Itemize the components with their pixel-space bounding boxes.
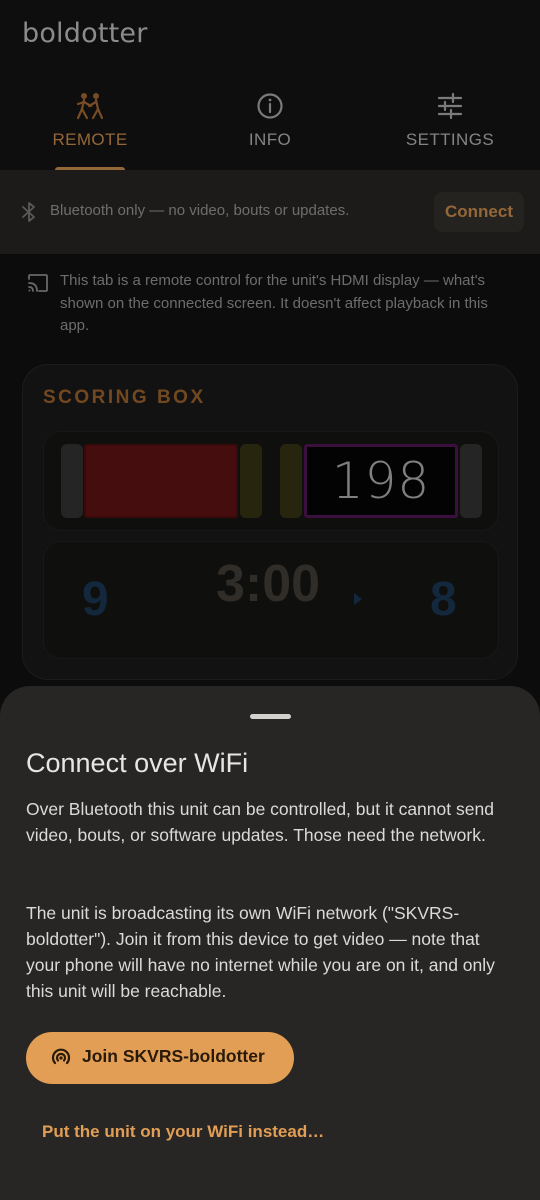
connect-wifi-sheet: Connect over WiFi Over Bluetooth this un… [0,686,540,1200]
join-network-label: Join SKVRS-boldotter [82,1046,265,1066]
sheet-drag-handle[interactable] [250,714,291,719]
sheet-title: Connect over WiFi [26,748,249,778]
sheet-paragraph-wifi: The unit is broadcasting its own WiFi ne… [26,903,495,1001]
use-own-wifi-link[interactable]: Put the unit on your WiFi instead… [42,1122,324,1142]
sheet-paragraph-bluetooth: Over Bluetooth this unit can be controll… [26,799,494,845]
join-network-button[interactable]: Join SKVRS-boldotter [26,1032,294,1084]
wifi-hotspot-icon [50,1047,72,1069]
